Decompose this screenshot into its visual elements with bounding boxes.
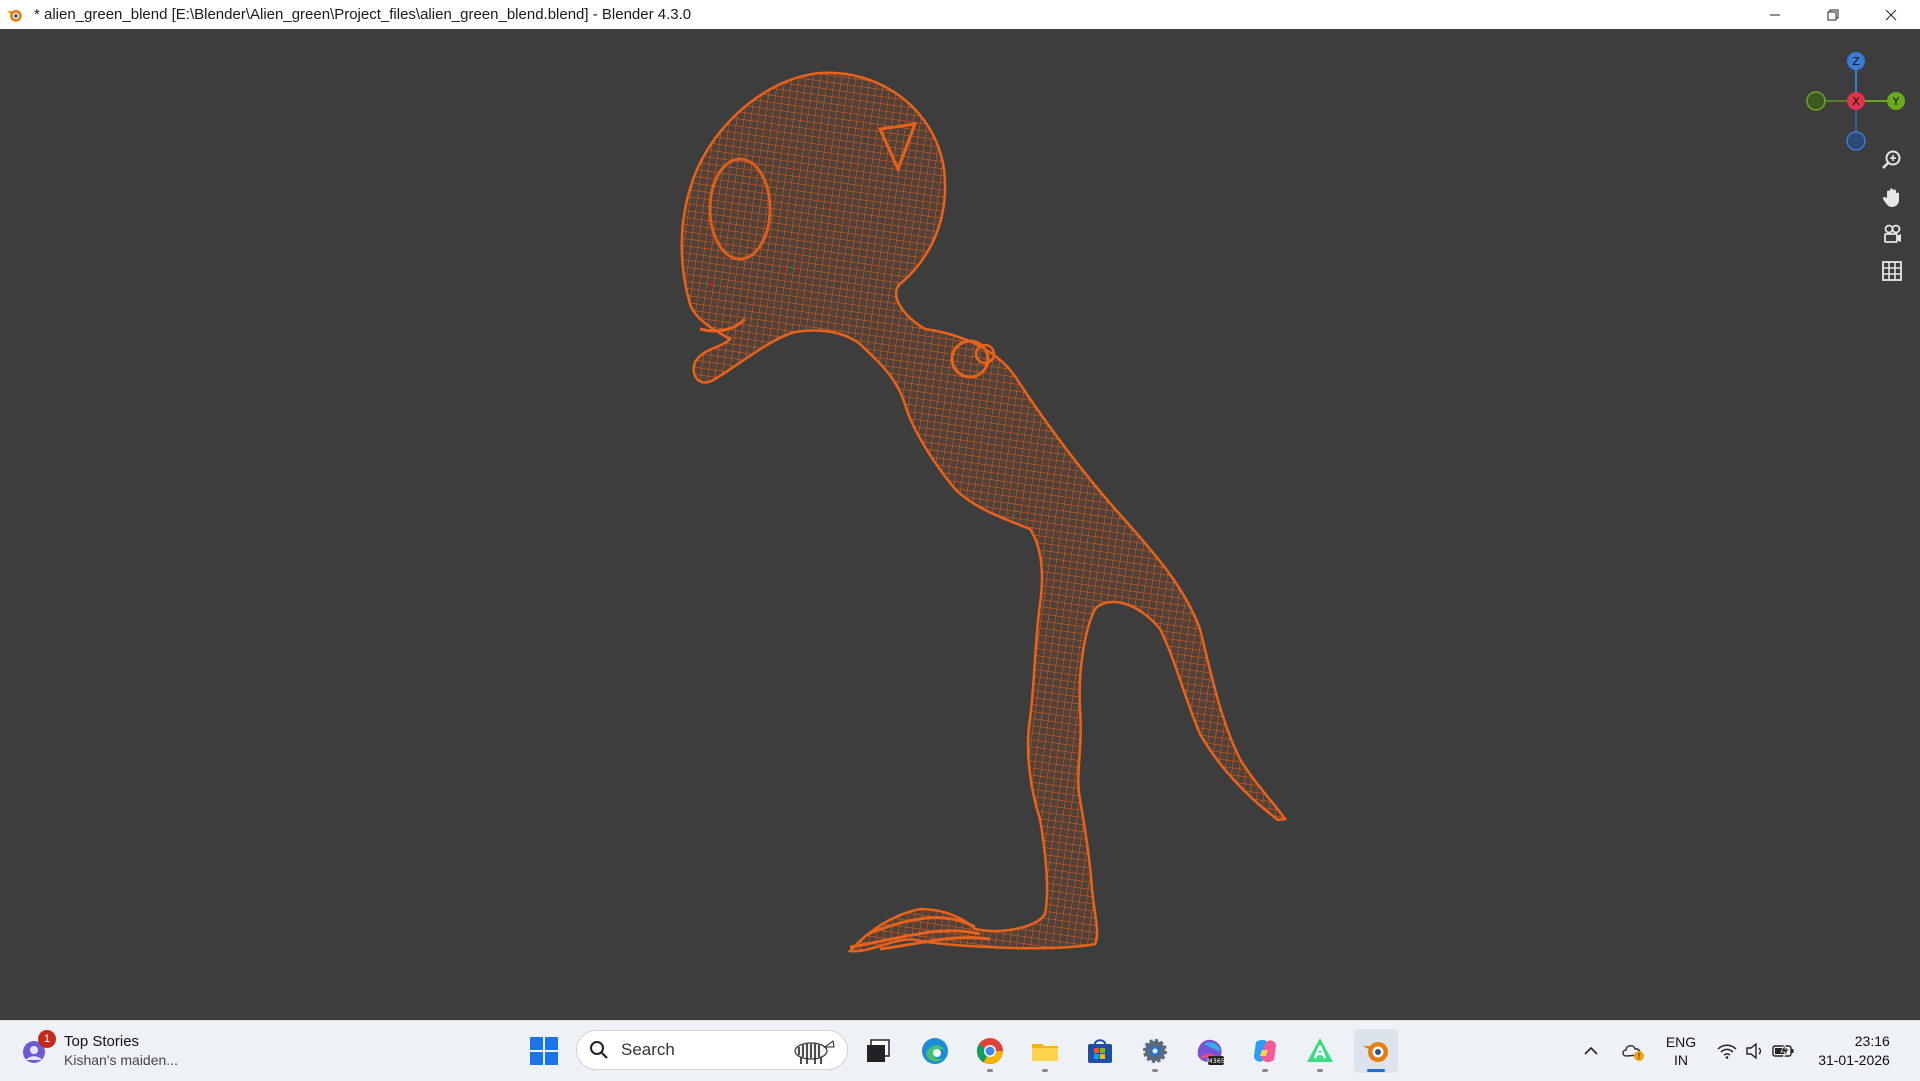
taskbar-chrome[interactable] (968, 1029, 1012, 1073)
svg-text:X: X (1852, 95, 1860, 108)
camera-view-button[interactable] (1875, 217, 1909, 251)
cloud-warning-icon: ! (1622, 1045, 1644, 1061)
title-bar: * alien_green_blend [E:\Blender\Alien_gr… (0, 0, 1920, 29)
taskbar-ms-store[interactable] (1078, 1029, 1122, 1073)
language-indicator[interactable]: ENG IN (1660, 1021, 1702, 1081)
zoom-icon (1882, 150, 1901, 169)
ms-store-icon (1088, 1039, 1112, 1063)
svg-text:!: ! (1637, 1052, 1640, 1061)
perspective-grid-icon (1882, 261, 1902, 281)
wifi-icon (1717, 1044, 1737, 1059)
close-button[interactable] (1862, 0, 1920, 29)
blender-icon (1363, 1042, 1388, 1062)
taskbar-m365[interactable]: M365 (1188, 1029, 1232, 1073)
lang-region: IN (1674, 1052, 1688, 1068)
notification-badge: 1 (38, 1030, 56, 1048)
zebra-highlight-icon (794, 1040, 835, 1064)
android-studio-icon (1307, 1038, 1333, 1062)
running-indicator (1152, 1069, 1158, 1072)
onedrive-status[interactable]: ! (1618, 1021, 1648, 1081)
restore-button[interactable] (1804, 0, 1862, 29)
svg-text:Y: Y (1892, 95, 1900, 108)
window-controls (1746, 0, 1920, 29)
settings-icon (1143, 1039, 1167, 1063)
taskbar: 1 Top Stories Kishan's maiden... Search (0, 1020, 1920, 1081)
taskbar-android-studio[interactable] (1298, 1029, 1342, 1073)
minimize-button[interactable] (1746, 0, 1804, 29)
search-placeholder: Search (621, 1040, 675, 1059)
gizmo-x[interactable]: X (1847, 92, 1865, 110)
alien-wireframe-mesh[interactable] (0, 29, 1920, 1020)
m365-icon: M365 (1197, 1039, 1225, 1065)
chevron-up-icon (1584, 1046, 1598, 1055)
copilot-icon (1254, 1039, 1276, 1063)
task-view-button[interactable] (856, 1029, 900, 1073)
running-indicator (987, 1069, 993, 1072)
window-title: * alien_green_blend [E:\Blender\Alien_gr… (34, 6, 692, 23)
lang-code: ENG (1665, 1034, 1697, 1050)
minimize-icon (1770, 14, 1780, 15)
battery-status[interactable] (1770, 1021, 1798, 1081)
taskbar-search[interactable]: Search (576, 1030, 848, 1070)
clock-time: 23:16 (1854, 1033, 1890, 1049)
news-widget-icon: 1 (20, 1030, 56, 1068)
windows-start-icon (530, 1037, 558, 1065)
camera-view-icon (1884, 224, 1901, 243)
restore-icon (1827, 9, 1839, 20)
pan-button[interactable] (1875, 180, 1909, 214)
perspective-toggle-button[interactable] (1875, 254, 1909, 288)
gizmo-neg-z[interactable] (1846, 131, 1866, 151)
navigation-gizmo[interactable]: Z Y X (1796, 39, 1908, 151)
close-icon (1885, 9, 1897, 20)
news-widget[interactable]: 1 Top Stories Kishan's maiden... (20, 1029, 178, 1073)
taskbar-blender[interactable] (1354, 1029, 1398, 1073)
running-indicator (1042, 1069, 1048, 1072)
active-indicator (1367, 1069, 1385, 1072)
gizmo-y[interactable]: Y (1887, 92, 1905, 110)
edge-icon (922, 1038, 948, 1064)
show-hidden-icons-button[interactable] (1578, 1021, 1604, 1081)
file-explorer-icon (1032, 1044, 1058, 1061)
3d-viewport[interactable]: Z Y X (0, 29, 1920, 1020)
svg-text:M365: M365 (1207, 1057, 1225, 1065)
gizmo-z[interactable]: Z (1847, 52, 1865, 70)
chrome-icon (976, 1038, 1004, 1065)
taskbar-settings[interactable] (1133, 1029, 1177, 1073)
clock[interactable]: 23:16 31-01-2026 (1812, 1021, 1896, 1081)
running-indicator (1317, 1069, 1323, 1072)
svg-text:Z: Z (1852, 55, 1860, 68)
news-subtitle: Kishan's maiden... (64, 1052, 178, 1068)
pan-hand-icon (1882, 188, 1899, 207)
taskbar-file-explorer[interactable] (1023, 1029, 1067, 1073)
volume-status[interactable] (1742, 1021, 1768, 1081)
taskbar-copilot[interactable] (1243, 1029, 1287, 1073)
gizmo-neg-y[interactable] (1806, 91, 1826, 111)
task-view-icon (867, 1039, 890, 1062)
search-icon (590, 1041, 608, 1059)
zoom-button[interactable] (1875, 143, 1909, 177)
battery-charging-icon (1772, 1043, 1794, 1059)
news-title: Top Stories (64, 1033, 140, 1050)
taskbar-edge[interactable] (913, 1029, 957, 1073)
blender-icon[interactable] (6, 6, 24, 24)
speaker-icon (1746, 1043, 1762, 1059)
clock-date: 31-01-2026 (1818, 1052, 1890, 1068)
start-button[interactable] (522, 1029, 566, 1073)
wifi-status[interactable] (1714, 1021, 1740, 1081)
running-indicator (1262, 1069, 1268, 1072)
